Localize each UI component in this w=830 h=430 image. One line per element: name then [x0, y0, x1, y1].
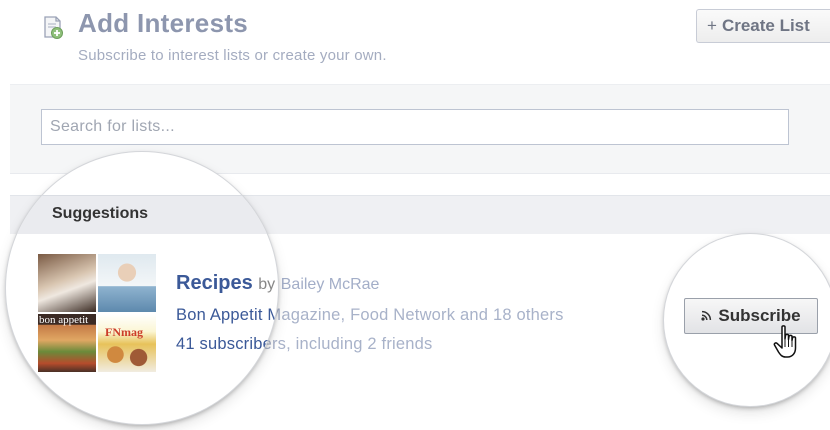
search-input[interactable] [41, 109, 789, 145]
magnifier-lens-right: Subscribe [664, 234, 830, 406]
page-title: Add Interests [78, 8, 249, 38]
page-subtitle: Subscribe to interest lists or create yo… [78, 47, 387, 64]
list-subscribers[interactable]: 41 subscribers, including 2 friends [176, 335, 278, 354]
list-publishers: Bon Appetit Magazine, Food Network and 1… [176, 306, 278, 325]
food-network-cover: FNmag [98, 314, 156, 372]
create-list-label: Create List [721, 16, 810, 35]
publishers-link[interactable]: Bon Appetit Magazine, Food Network [176, 306, 278, 324]
food-network-cover-text: FNmag [105, 325, 143, 339]
person-photo [98, 254, 156, 312]
add-list-icon [44, 16, 63, 39]
hand-pointer-icon [773, 325, 797, 358]
by-label: by [258, 276, 276, 293]
suggestions-heading: Suggestions [52, 205, 149, 222]
plus-icon: + [707, 16, 717, 35]
magazine-cover-text: bon appetit [39, 314, 89, 326]
magnifier-lens-left: Suggestions bon appetit FNmag Recipes by… [6, 152, 278, 424]
list-name-link[interactable]: Recipes [176, 272, 253, 294]
rss-icon [701, 310, 712, 321]
add-interests-page: Add Interests Subscribe to interest list… [0, 0, 830, 430]
create-list-button[interactable]: + Create List [696, 9, 830, 43]
list-title: Recipes by Bailey McRae [176, 272, 278, 295]
chef-photo [38, 254, 96, 312]
magazine-cover: bon appetit [38, 314, 96, 372]
subscribe-label: Subscribe [718, 306, 801, 325]
